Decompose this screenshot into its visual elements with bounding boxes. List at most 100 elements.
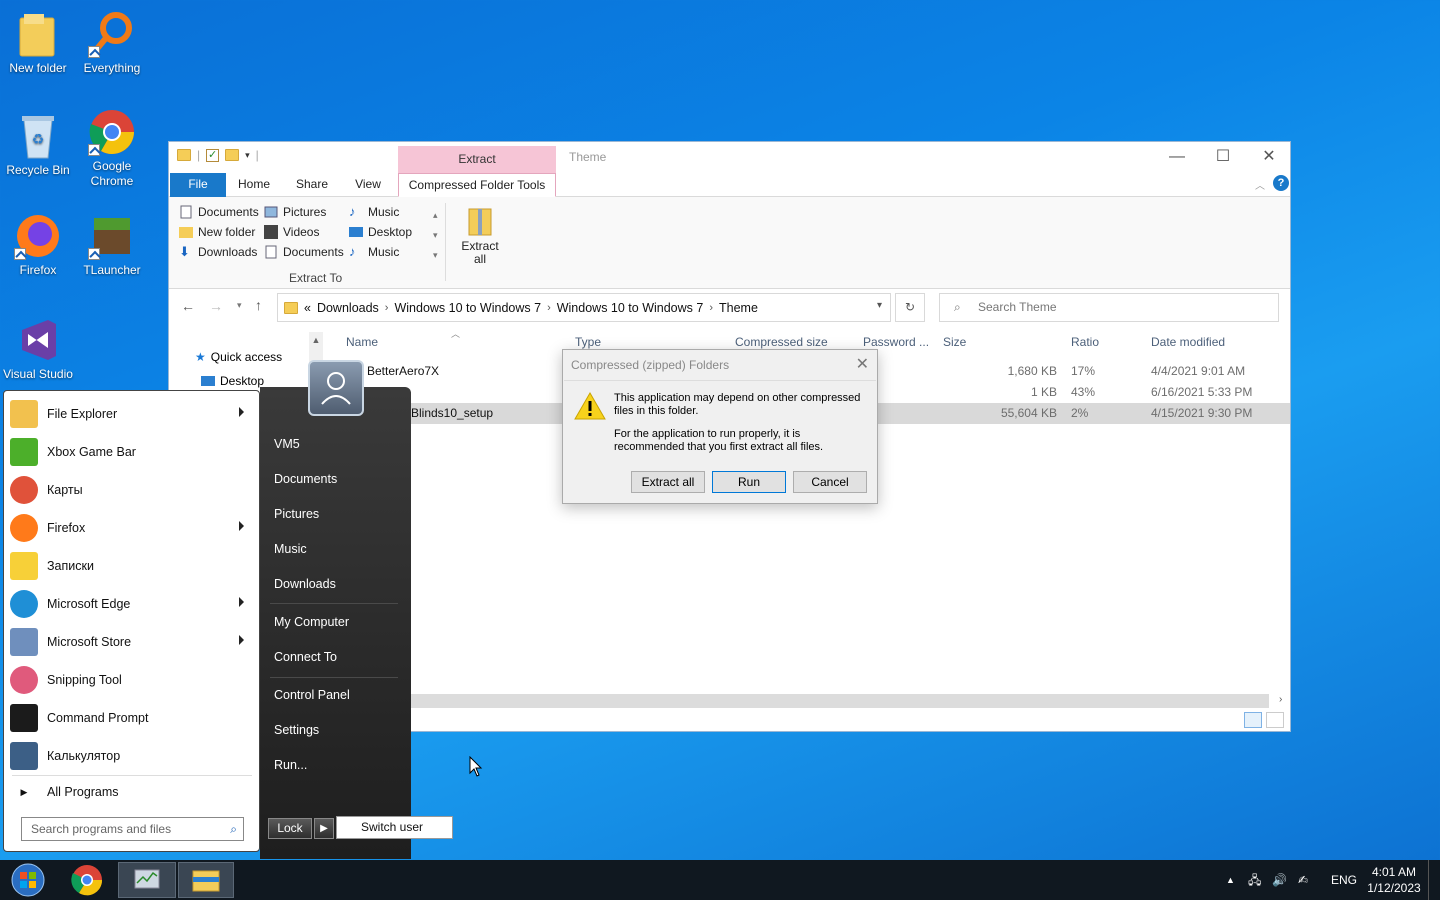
start-link-run[interactable]: Run... [274,758,307,772]
program-snipping-tool[interactable]: Snipping Tool [10,661,254,699]
extract-to-downloads[interactable]: ⬇ Downloads [179,245,257,260]
column-header-type[interactable]: Type [575,335,601,349]
show-hidden-icons[interactable]: ▲ [1226,860,1235,900]
volume-icon[interactable]: 🔊 [1272,860,1287,900]
column-header-password[interactable]: Password ... [863,335,929,349]
extract-to-music-2[interactable]: ♪ Music [349,245,399,260]
desktop-icon-new-folder[interactable]: New folder [0,10,76,76]
all-programs[interactable]: ▶ All Programs [10,773,254,811]
program-command-prompt[interactable]: Command Prompt [10,699,254,737]
tab-file[interactable]: File [170,173,226,197]
program-maps[interactable]: Карты [10,471,254,509]
tab-view[interactable]: View [347,173,389,197]
breadcrumb-item[interactable]: Windows 10 to Windows 7 [394,301,541,315]
chevron-right-icon[interactable]: › [547,302,551,314]
desktop-icon-firefox[interactable]: Firefox [0,212,76,278]
extract-to-documents-2[interactable]: Documents [264,245,344,259]
desktop-icon-tlauncher[interactable]: TLauncher [74,212,150,278]
properties-icon[interactable]: ✓ [206,148,220,162]
lock-button[interactable]: Lock [268,818,312,839]
extract-to-desktop[interactable]: Desktop [349,225,412,239]
start-link-settings[interactable]: Settings [274,723,319,737]
scroll-right-icon[interactable]: › [1279,694,1282,705]
start-link-my-computer[interactable]: My Computer [274,615,349,629]
program-calculator[interactable]: Калькулятор [10,737,254,775]
recent-locations-icon[interactable]: ▾ [237,300,242,311]
forward-arrow-icon[interactable]: → [209,298,223,314]
search-box[interactable]: ⌕ Search Theme [939,293,1279,322]
start-link-connect-to[interactable]: Connect To [274,650,337,664]
breadcrumb-item[interactable]: Downloads [317,301,379,315]
switch-user-menu-item[interactable]: Switch user [336,816,453,839]
show-desktop-button[interactable] [1428,860,1440,900]
address-bar[interactable]: « Downloads › Windows 10 to Windows 7 › Wi… [277,293,891,322]
breadcrumb-item[interactable]: Theme [719,301,758,315]
desktop-icon-everything[interactable]: Everything [74,10,150,76]
address-dropdown-icon[interactable]: ▾ [877,300,882,311]
maximize-button[interactable]: ☐ [1200,142,1246,172]
large-icons-view-icon[interactable] [1266,712,1284,728]
close-button[interactable]: ✕ [1246,142,1292,172]
program-firefox[interactable]: Firefox [10,509,254,547]
start-search-input[interactable]: Search programs and files ⌕ [21,817,244,841]
extract-to-new-folder[interactable]: New folder [179,225,255,239]
dialog-close-icon[interactable]: ✕ [856,354,869,374]
start-button[interactable] [6,862,50,898]
desktop-icon-visual-studio[interactable]: Visual Studio [0,316,76,382]
user-avatar[interactable] [308,360,364,416]
start-link-user[interactable]: VM5 [274,437,300,451]
context-tab-extract[interactable]: Extract [398,146,556,173]
clock[interactable]: 4:01 AM 1/12/2023 [1366,864,1422,896]
extract-to-videos[interactable]: Videos [264,225,319,239]
new-folder-icon[interactable] [225,149,240,161]
extract-all-button[interactable]: Extract all [631,471,705,493]
breadcrumb-item[interactable]: Windows 10 to Windows 7 [557,301,704,315]
column-header-compressed-size[interactable]: Compressed size [735,335,828,349]
extract-all-ribbon-button[interactable]: Extract all [457,205,503,266]
taskbar-task-manager[interactable] [118,862,176,898]
network-icon[interactable]: 🖧 [1248,860,1261,900]
extract-to-documents[interactable]: Documents [179,205,259,219]
taskbar-chrome[interactable] [62,862,112,898]
details-view-icon[interactable] [1244,712,1262,728]
column-header-date-modified[interactable]: Date modified [1151,335,1225,349]
column-header-ratio[interactable]: Ratio [1071,335,1099,349]
run-button[interactable]: Run [712,471,786,493]
program-microsoft-store[interactable]: Microsoft Store [10,623,254,661]
column-header-size[interactable]: Size [943,335,966,349]
start-link-downloads[interactable]: Downloads [274,577,336,591]
horizontal-scrollbar[interactable] [409,694,1269,708]
start-link-control-panel[interactable]: Control Panel [274,688,350,702]
refresh-button[interactable]: ↻ [895,293,925,322]
back-arrow-icon[interactable]: ← [181,298,195,314]
tab-compressed-folder-tools[interactable]: Compressed Folder Tools [398,173,556,197]
tab-share[interactable]: Share [289,173,335,197]
taskbar-file-explorer[interactable] [178,862,234,898]
program-sticky-notes[interactable]: Записки [10,547,254,585]
gallery-scroll[interactable]: ▴ ▾ ▾ [433,205,438,265]
desktop-icon-google-chrome[interactable]: Google Chrome [74,108,150,189]
program-file-explorer[interactable]: File Explorer [10,395,254,433]
help-icon[interactable]: ? [1273,175,1289,191]
start-link-documents[interactable]: Documents [274,472,337,486]
language-indicator[interactable]: ENG [1331,860,1357,900]
tab-home[interactable]: Home [231,173,277,197]
scissors-icon [10,666,38,694]
start-link-music[interactable]: Music [274,542,307,556]
pen-icon[interactable]: ✍ [1298,860,1308,900]
program-xbox-game-bar[interactable]: Xbox Game Bar [10,433,254,471]
customize-qat-icon[interactable]: ▾ [245,150,250,161]
program-microsoft-edge[interactable]: Microsoft Edge [10,585,254,623]
start-link-pictures[interactable]: Pictures [274,507,319,521]
minimize-button[interactable]: — [1154,142,1200,172]
shutdown-options-button[interactable]: ▶ [314,818,334,839]
chevron-right-icon[interactable]: › [709,302,713,314]
collapse-ribbon-icon[interactable]: ︿ [1255,177,1265,192]
desktop-icon-recycle-bin[interactable]: ♻ Recycle Bin [0,112,76,178]
cancel-button[interactable]: Cancel [793,471,867,493]
extract-to-pictures[interactable]: Pictures [264,205,326,219]
up-arrow-icon[interactable]: ↑ [255,297,262,313]
chevron-right-icon[interactable]: › [385,302,389,314]
column-header-name[interactable]: Name [346,335,378,349]
extract-to-music[interactable]: ♪ Music [349,205,399,220]
